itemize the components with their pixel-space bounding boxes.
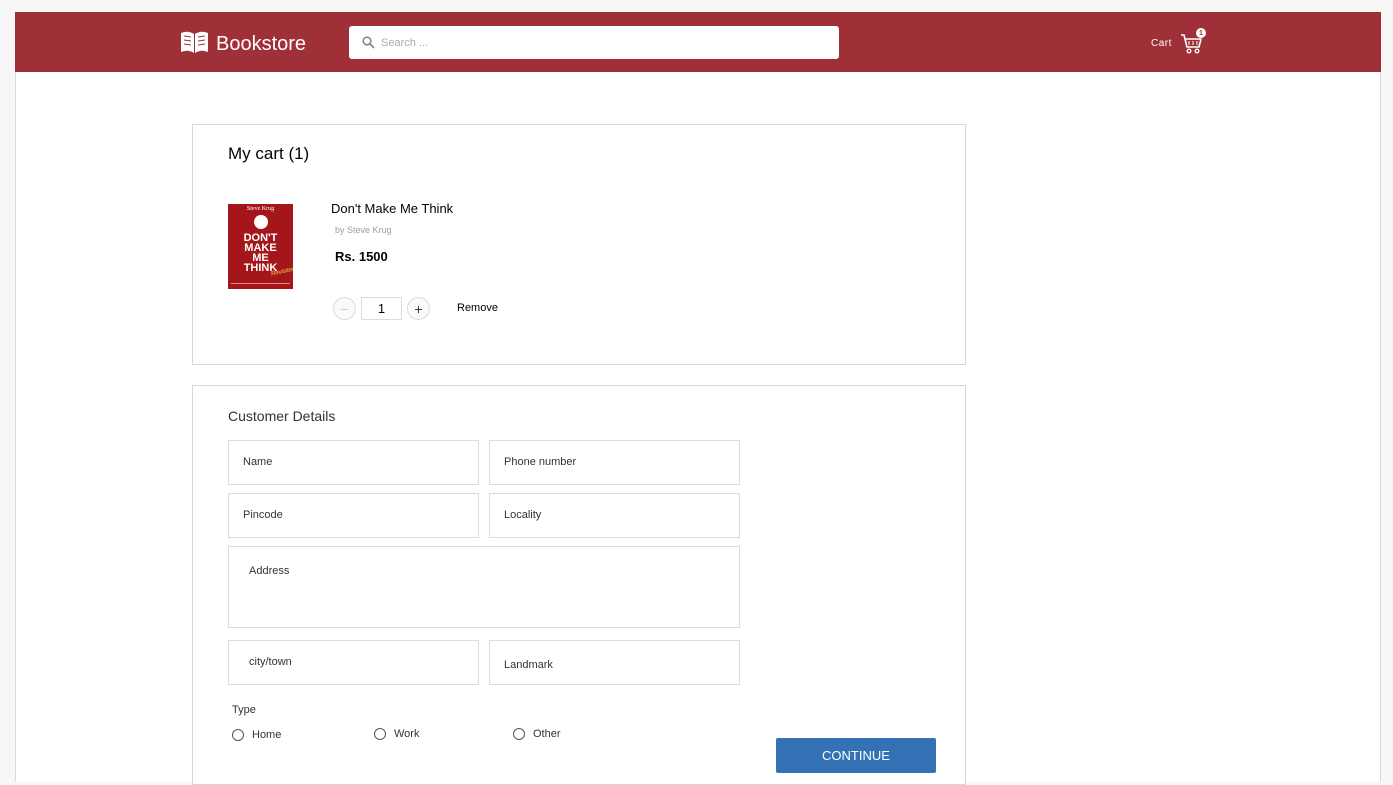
radio-circle[interactable]: [374, 728, 386, 740]
cart-count-badge: 1: [1195, 28, 1206, 38]
book-cover-image: Steve Krug DON'T MAKE ME THINK Revisited: [228, 204, 293, 289]
remove-button[interactable]: Remove: [457, 302, 498, 314]
name-field-label: Name: [243, 456, 273, 468]
customer-details-card: Customer Details Name Phone number Pinco…: [192, 385, 966, 785]
book-author: by Steve Krug: [335, 225, 392, 235]
radio-label: Other: [533, 728, 561, 740]
address-field-label: Address: [249, 565, 290, 577]
address-field[interactable]: Address: [228, 546, 740, 628]
cover-divider: [231, 283, 290, 284]
cart-button[interactable]: Cart 1: [1151, 28, 1206, 56]
brand-name: Bookstore: [216, 33, 307, 55]
pincode-field[interactable]: Pincode: [228, 493, 479, 538]
quantity-input[interactable]: 1: [361, 297, 402, 320]
type-radio-home[interactable]: Home: [232, 729, 281, 741]
landmark-field-label: Landmark: [504, 659, 553, 671]
quantity-increase-button[interactable]: +: [407, 297, 430, 320]
search-input[interactable]: [381, 36, 801, 49]
landmark-field[interactable]: Landmark: [489, 640, 740, 685]
city-field-label: city/town: [249, 656, 292, 668]
locality-field-label: Locality: [504, 509, 542, 521]
phone-field-label: Phone number: [504, 456, 577, 468]
cover-author: Steve Krug: [246, 206, 275, 212]
radio-label: Work: [394, 728, 420, 740]
book-icon: [179, 29, 210, 60]
cart-title: My cart (1): [228, 144, 310, 163]
cart-icon: 1: [1180, 28, 1206, 56]
brand-logo[interactable]: Bookstore: [179, 29, 306, 60]
search-icon: [362, 36, 375, 49]
continue-button[interactable]: CONTINUE: [776, 738, 936, 773]
search-bar[interactable]: [349, 26, 839, 59]
customer-details-title: Customer Details: [228, 408, 336, 424]
city-field[interactable]: city/town: [228, 640, 479, 685]
pincode-field-label: Pincode: [243, 509, 283, 521]
cover-figure: [254, 215, 268, 229]
type-radio-work[interactable]: Work: [374, 728, 419, 740]
phone-field[interactable]: Phone number: [489, 440, 740, 485]
book-price: Rs. 1500: [335, 249, 388, 264]
my-cart-card: My cart (1) Steve Krug DON'T MAKE ME THI…: [192, 124, 966, 365]
locality-field[interactable]: Locality: [489, 493, 740, 538]
cart-label: Cart: [1151, 37, 1172, 49]
type-radio-other[interactable]: Other: [513, 728, 561, 740]
type-label: Type: [232, 704, 256, 716]
book-title: Don't Make Me Think: [331, 201, 454, 216]
top-header: Bookstore Cart 1: [15, 12, 1381, 72]
radio-circle[interactable]: [513, 728, 525, 740]
name-field[interactable]: Name: [228, 440, 479, 485]
quantity-decrease-button[interactable]: −: [333, 297, 356, 320]
radio-circle[interactable]: [232, 729, 244, 741]
radio-label: Home: [252, 729, 282, 741]
